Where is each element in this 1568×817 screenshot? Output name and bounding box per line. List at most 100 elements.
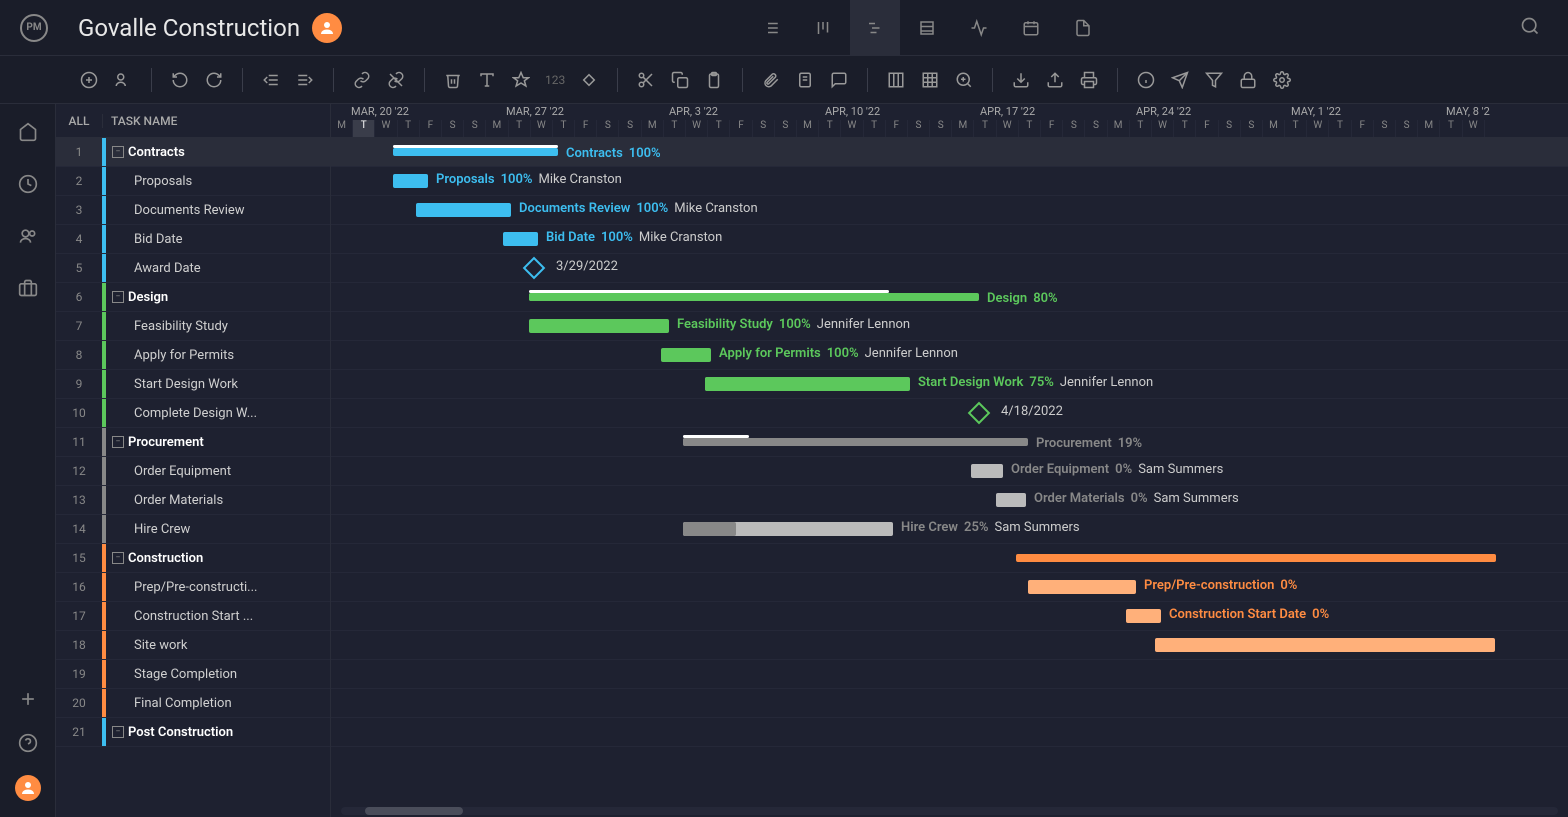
team-icon[interactable] (16, 224, 40, 248)
view-sheet-icon[interactable] (902, 0, 952, 56)
app-logo[interactable]: PM (20, 14, 48, 42)
view-board-icon[interactable] (798, 0, 848, 56)
task-row[interactable]: 8Apply for Permits (56, 341, 330, 370)
comment-icon[interactable] (825, 66, 853, 94)
gantt-bar[interactable]: Procurement19% (683, 438, 1028, 446)
note-icon[interactable] (791, 66, 819, 94)
print-icon[interactable] (1075, 66, 1103, 94)
milestone-marker[interactable] (523, 257, 546, 280)
milestone-icon[interactable] (575, 66, 603, 94)
user-add-icon[interactable] (109, 66, 137, 94)
add-icon[interactable] (75, 66, 103, 94)
lock-icon[interactable] (1234, 66, 1262, 94)
task-row[interactable]: 13Order Materials (56, 486, 330, 515)
gantt-bar[interactable]: Construction Start Date0% (1126, 609, 1161, 623)
paste-icon[interactable] (700, 66, 728, 94)
cut-icon[interactable] (632, 66, 660, 94)
view-list-icon[interactable] (746, 0, 796, 56)
attach-icon[interactable] (757, 66, 785, 94)
unlink-icon[interactable] (382, 66, 410, 94)
gantt-bar[interactable]: Prep/Pre-construction0% (1028, 580, 1136, 594)
export-icon[interactable] (1041, 66, 1069, 94)
task-row[interactable]: 2Proposals (56, 167, 330, 196)
column-task-name[interactable]: TASK NAME (102, 114, 330, 128)
task-row[interactable]: 7Feasibility Study (56, 312, 330, 341)
task-row[interactable]: 18Site work (56, 631, 330, 660)
grid-icon[interactable] (916, 66, 944, 94)
task-row[interactable]: 3Documents Review (56, 196, 330, 225)
gantt-bar[interactable]: Contracts100% (393, 148, 558, 156)
delete-icon[interactable] (439, 66, 467, 94)
task-row[interactable]: 1−Contracts (56, 138, 330, 167)
gantt-body[interactable]: Contracts100% Proposals100%Mike Cranston D… (331, 138, 1568, 817)
gantt-bar[interactable]: Start Design Work75%Jennifer Lennon (705, 377, 910, 391)
task-row[interactable]: 9Start Design Work (56, 370, 330, 399)
gantt-bar[interactable] (1155, 638, 1495, 652)
settings-icon[interactable] (1268, 66, 1296, 94)
task-row[interactable]: 15−Construction (56, 544, 330, 573)
gantt-chart: MAR, 20 '22MAR, 27 '22APR, 3 '22APR, 10 … (331, 104, 1568, 817)
filter-icon[interactable] (1200, 66, 1228, 94)
task-row[interactable]: 19Stage Completion (56, 660, 330, 689)
send-icon[interactable] (1166, 66, 1194, 94)
view-activity-icon[interactable] (954, 0, 1004, 56)
zoom-icon[interactable] (950, 66, 978, 94)
color-icon[interactable] (507, 66, 535, 94)
milestone-marker[interactable] (968, 402, 991, 425)
plus-icon[interactable] (16, 687, 40, 711)
link-icon[interactable] (348, 66, 376, 94)
gantt-bar[interactable]: Bid Date100%Mike Cranston (503, 232, 538, 246)
task-row[interactable]: 20Final Completion (56, 689, 330, 718)
search-icon[interactable] (1512, 8, 1548, 48)
expand-icon[interactable]: − (112, 436, 124, 448)
task-row[interactable]: 12Order Equipment (56, 457, 330, 486)
redo-icon[interactable] (200, 66, 228, 94)
gantt-bar[interactable]: Design80% (529, 293, 979, 301)
indent-icon[interactable] (291, 66, 319, 94)
outdent-icon[interactable] (257, 66, 285, 94)
project-title: Govalle Construction (78, 14, 300, 42)
task-row[interactable]: 4Bid Date (56, 225, 330, 254)
toolbar-number: 123 (545, 73, 565, 87)
task-row[interactable]: 17Construction Start ... (56, 602, 330, 631)
gantt-bar[interactable]: Order Equipment0%Sam Summers (971, 464, 1003, 478)
text-icon[interactable] (473, 66, 501, 94)
horizontal-scrollbar[interactable] (341, 807, 1558, 815)
help-icon[interactable] (16, 731, 40, 755)
import-icon[interactable] (1007, 66, 1035, 94)
view-switcher (746, 0, 1108, 56)
task-row[interactable]: 11−Procurement (56, 428, 330, 457)
expand-icon[interactable]: − (112, 146, 124, 158)
task-row[interactable]: 6−Design (56, 283, 330, 312)
view-calendar-icon[interactable] (1006, 0, 1056, 56)
task-row[interactable]: 14Hire Crew (56, 515, 330, 544)
task-row[interactable]: 21−Post Construction (56, 718, 330, 747)
task-row[interactable]: 10Complete Design W... (56, 399, 330, 428)
sidebar-avatar[interactable] (15, 775, 41, 801)
undo-icon[interactable] (166, 66, 194, 94)
column-all[interactable]: ALL (56, 114, 102, 128)
gantt-bar[interactable]: Order Materials0%Sam Summers (996, 493, 1026, 507)
copy-icon[interactable] (666, 66, 694, 94)
info-icon[interactable] (1132, 66, 1160, 94)
task-row[interactable]: 16Prep/Pre-constructi... (56, 573, 330, 602)
task-list-panel: ALL TASK NAME 1−Contracts2Proposals3Docu… (56, 104, 331, 817)
user-avatar[interactable] (312, 13, 342, 43)
view-file-icon[interactable] (1058, 0, 1108, 56)
gantt-bar[interactable]: Hire Crew25%Sam Summers (683, 522, 893, 536)
briefcase-icon[interactable] (16, 276, 40, 300)
expand-icon[interactable]: − (112, 552, 124, 564)
task-row[interactable]: 5Award Date (56, 254, 330, 283)
view-gantt-icon[interactable] (850, 0, 900, 56)
recent-icon[interactable] (16, 172, 40, 196)
expand-icon[interactable]: − (112, 726, 124, 738)
scrollbar-thumb[interactable] (365, 807, 462, 815)
home-icon[interactable] (16, 120, 40, 144)
expand-icon[interactable]: − (112, 291, 124, 303)
columns-icon[interactable] (882, 66, 910, 94)
gantt-bar[interactable]: Proposals100%Mike Cranston (393, 174, 428, 188)
gantt-bar[interactable] (1016, 554, 1496, 562)
gantt-bar[interactable]: Apply for Permits100%Jennifer Lennon (661, 348, 711, 362)
gantt-bar[interactable]: Feasibility Study100%Jennifer Lennon (529, 319, 669, 333)
gantt-bar[interactable]: Documents Review100%Mike Cranston (416, 203, 511, 217)
